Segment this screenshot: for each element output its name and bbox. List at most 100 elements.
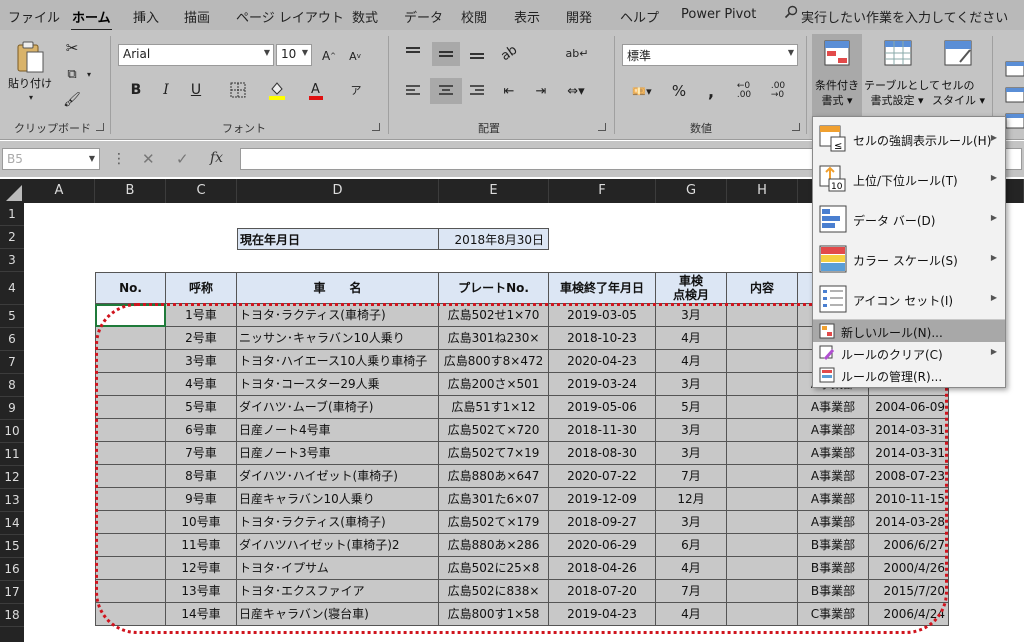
row-header[interactable]: 4 <box>0 272 24 305</box>
table-cell[interactable]: 2019-05-06 <box>549 396 656 419</box>
table-header-cell[interactable]: 呼称 <box>166 272 237 304</box>
table-cell[interactable]: 14号車 <box>166 603 237 626</box>
tab-insert[interactable]: 挿入 <box>133 7 159 26</box>
table-header-cell[interactable]: プレートNo. <box>439 272 549 304</box>
table-cell[interactable]: B事業部 <box>798 557 869 580</box>
tab-page-layout[interactable]: ページ レイアウト <box>236 7 344 26</box>
table-cell[interactable]: 5号車 <box>166 396 237 419</box>
number-launcher-icon[interactable] <box>792 123 800 131</box>
table-cell[interactable]: ニッサン･キャラバン10人乗り <box>237 327 439 350</box>
table-cell[interactable]: 2018-10-23 <box>549 327 656 350</box>
increase-indent-icon[interactable]: ⇥ <box>530 80 552 102</box>
table-cell[interactable] <box>727 488 798 511</box>
table-cell[interactable]: 2020-07-22 <box>549 465 656 488</box>
table-cell[interactable]: 13号車 <box>166 580 237 603</box>
copy-icon[interactable]: ⧉ <box>62 64 82 84</box>
row-header[interactable]: 15 <box>0 535 24 558</box>
table-cell[interactable]: 1号車 <box>166 304 237 327</box>
align-left-icon[interactable] <box>402 80 424 102</box>
table-cell[interactable] <box>727 327 798 350</box>
table-cell[interactable]: 2004-06-09 <box>869 396 949 419</box>
align-middle-icon[interactable] <box>432 42 460 66</box>
table-cell[interactable] <box>727 511 798 534</box>
paste-dropdown-icon[interactable]: ▾ <box>24 92 38 102</box>
table-cell[interactable]: ダイハツハイゼット(車椅子)2 <box>237 534 439 557</box>
row-header[interactable]: 8 <box>0 374 24 397</box>
column-header-a[interactable]: A <box>24 179 95 203</box>
table-cell[interactable]: 2010-11-15 <box>869 488 949 511</box>
comma-style-icon[interactable]: , <box>700 80 722 102</box>
table-cell[interactable]: 8号車 <box>166 465 237 488</box>
tab-draw[interactable]: 描画 <box>184 7 210 26</box>
table-cell-no[interactable] <box>95 442 166 465</box>
table-cell-no[interactable] <box>95 557 166 580</box>
table-cell[interactable]: 12号車 <box>166 557 237 580</box>
table-cell[interactable]: 2014-03-31 <box>869 442 949 465</box>
row-header[interactable]: 18 <box>0 604 24 627</box>
number-format-select[interactable]: 標準 ▼ <box>622 44 798 66</box>
table-header-cell[interactable]: 車検終了年月日 <box>549 272 656 304</box>
table-cell[interactable]: 広島502て7×19 <box>439 442 549 465</box>
table-cell-no[interactable] <box>95 534 166 557</box>
tab-help[interactable]: ヘルプ <box>620 7 659 26</box>
table-cell[interactable]: B事業部 <box>798 534 869 557</box>
tab-data[interactable]: データ <box>404 7 443 26</box>
table-cell[interactable]: 広島51す1×12 <box>439 396 549 419</box>
orientation-icon[interactable]: ab <box>494 38 525 69</box>
row-header[interactable]: 3 <box>0 249 24 272</box>
menu-item-highlight-rules[interactable]: ≤ セルの強調表示ルール(H) ▶ <box>813 119 1005 159</box>
table-cell[interactable]: 4月 <box>656 327 727 350</box>
table-cell[interactable]: 2018-04-26 <box>549 557 656 580</box>
table-cell[interactable]: 3月 <box>656 304 727 327</box>
format-painter-icon[interactable]: 🖌 <box>62 90 82 110</box>
table-cell[interactable]: 9号車 <box>166 488 237 511</box>
table-cell[interactable] <box>727 534 798 557</box>
copy-dropdown-icon[interactable]: ▾ <box>84 66 94 82</box>
table-cell[interactable]: 日産ノート4号車 <box>237 419 439 442</box>
table-cell[interactable]: 3月 <box>656 442 727 465</box>
table-cell[interactable]: A事業部 <box>798 488 869 511</box>
table-cell[interactable]: 2019-03-24 <box>549 373 656 396</box>
table-cell[interactable]: 広島502て×179 <box>439 511 549 534</box>
table-cell-no[interactable] <box>95 304 166 327</box>
percent-style-icon[interactable]: % <box>668 80 690 102</box>
table-cell[interactable]: C事業部 <box>798 603 869 626</box>
table-cell[interactable]: 2015/7/20 <box>869 580 949 603</box>
table-cell[interactable]: 広島800す1×58 <box>439 603 549 626</box>
align-bottom-icon[interactable] <box>466 42 488 64</box>
column-header-b[interactable]: B <box>95 179 166 203</box>
search-icon[interactable] <box>784 5 798 19</box>
align-center-icon[interactable] <box>430 78 462 104</box>
table-cell[interactable]: 日産キャラバン(寝台車) <box>237 603 439 626</box>
table-cell[interactable]: 3号車 <box>166 350 237 373</box>
font-name-select[interactable]: Arial ▼ <box>118 44 274 66</box>
insert-function-icon[interactable]: fx <box>210 150 223 166</box>
cancel-icon[interactable]: ✕ <box>142 150 155 168</box>
table-cell[interactable]: 広島800す8×472 <box>439 350 549 373</box>
row-header[interactable]: 16 <box>0 558 24 581</box>
select-all-icon[interactable] <box>0 179 24 203</box>
table-cell[interactable]: 2018-09-27 <box>549 511 656 534</box>
table-cell-no[interactable] <box>95 603 166 626</box>
cell-styles-button[interactable]: セルの <box>932 78 984 93</box>
column-header-f[interactable]: F <box>549 179 656 203</box>
table-cell[interactable]: 日産キャラバン10人乗り <box>237 488 439 511</box>
table-cell[interactable]: 広島880あ×286 <box>439 534 549 557</box>
tab-developer[interactable]: 開発 <box>566 7 592 26</box>
table-cell[interactable] <box>727 419 798 442</box>
table-cell[interactable]: トヨタ･イプサム <box>237 557 439 580</box>
table-cell[interactable]: 3月 <box>656 511 727 534</box>
table-cell[interactable] <box>727 557 798 580</box>
table-cell[interactable]: 2019-03-05 <box>549 304 656 327</box>
table-cell[interactable]: 3月 <box>656 419 727 442</box>
table-cell[interactable]: 2014-03-31 <box>869 419 949 442</box>
current-date-value[interactable]: 2018年8月30日 <box>439 228 549 250</box>
table-cell[interactable]: 広島502に25×8 <box>439 557 549 580</box>
row-header[interactable]: 7 <box>0 351 24 374</box>
clipboard-launcher-icon[interactable] <box>96 123 104 131</box>
table-cell[interactable]: 2006/4/24 <box>869 603 949 626</box>
table-cell[interactable]: 7月 <box>656 465 727 488</box>
alignment-launcher-icon[interactable] <box>598 123 606 131</box>
table-cell[interactable]: A事業部 <box>798 419 869 442</box>
increase-decimal-icon[interactable]: ←0.00 <box>730 80 758 102</box>
